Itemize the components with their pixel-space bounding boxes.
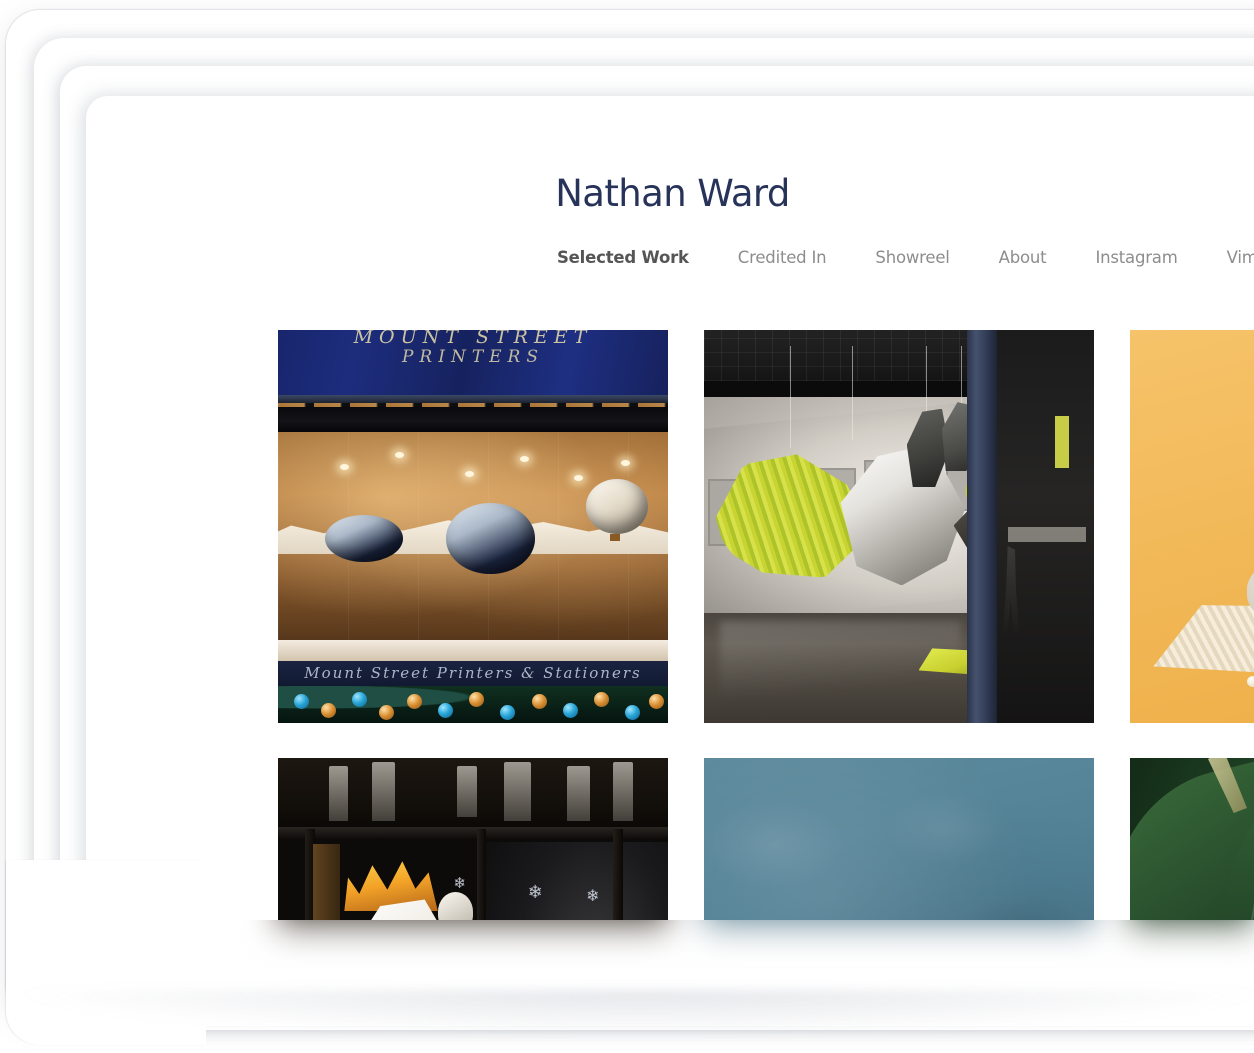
window-pane-right xyxy=(484,842,668,920)
garland-bauble xyxy=(531,693,547,709)
work-gallery-grid: MOUNT STREET PRINTERS Mount Street Print… xyxy=(173,330,1254,920)
snowflake-decal: ❄ xyxy=(586,885,600,905)
sea-texture xyxy=(704,758,1094,920)
ceiling-spotlight xyxy=(519,455,529,462)
far-room-shelf xyxy=(1008,526,1087,543)
shelf-object xyxy=(613,761,633,821)
awning: MOUNT STREET PRINTERS xyxy=(278,330,668,397)
window-mullion-vertical xyxy=(476,828,487,920)
suspension-wire xyxy=(852,345,854,441)
garland-bauble xyxy=(648,693,664,709)
gallery-tile-sweet-still-life[interactable] xyxy=(1130,330,1254,723)
garland-bauble xyxy=(593,691,609,707)
gallery-tile-gallery-installation[interactable] xyxy=(704,330,1094,723)
structural-column xyxy=(967,330,997,723)
shelf-object xyxy=(457,765,477,817)
suspension-wire xyxy=(926,345,928,417)
browser-viewport: Nathan Ward Selected Work Credited In Sh… xyxy=(173,130,1254,920)
suspension-wire xyxy=(961,345,963,409)
shelf-object xyxy=(504,761,532,821)
shopfront-fascia xyxy=(278,406,668,433)
window-mullion-vertical xyxy=(613,828,623,920)
garland-bauble xyxy=(562,703,578,719)
far-room-light-panel xyxy=(1055,416,1069,468)
gallery-tile-polar-bear-window[interactable]: ❄ ❄ ❄ ❄ ❄ ❄ ❄ ❄ ❄ ❄ ❄ ❄ ❄ xyxy=(278,758,668,920)
shop-signboard-text: Mount Street Printers & Stationers xyxy=(304,663,642,682)
nav-item-instagram[interactable]: Instagram xyxy=(1095,246,1177,269)
shelf-object xyxy=(371,761,395,821)
paper-globe-balloon xyxy=(445,502,536,574)
balloon-basket xyxy=(609,534,620,542)
ceiling-spotlight xyxy=(340,463,350,470)
ceiling-spotlight xyxy=(395,451,404,458)
device-mockup-stage: Nathan Ward Nathan Ward Selected Work Cr… xyxy=(0,0,1254,1053)
popcorn-kernel xyxy=(1247,675,1254,687)
nav-item-vimeo[interactable]: Vimeo xyxy=(1227,246,1254,269)
window-frame-woodwork xyxy=(313,844,341,920)
site-header: Nathan Ward Selected Work Credited In Sh… xyxy=(173,130,1254,330)
suspension-wire xyxy=(789,345,791,448)
mockup-bottom-shadow xyxy=(20,990,1254,1034)
window-mullion-horizontal xyxy=(278,826,668,841)
paper-airship-model xyxy=(324,514,403,562)
main-navigation[interactable]: Selected Work Credited In Showreel About… xyxy=(557,246,1254,269)
garland-bauble xyxy=(469,691,485,707)
shelf-object xyxy=(328,765,349,821)
page-title: Nathan Ward xyxy=(555,172,790,215)
garland-bauble xyxy=(406,693,422,709)
gallery-tile-sea-ships[interactable] xyxy=(704,758,1094,920)
nav-item-showreel[interactable]: Showreel xyxy=(875,246,949,269)
woven-mat xyxy=(1153,605,1254,684)
nav-item-about[interactable]: About xyxy=(999,246,1047,269)
ceiling-spotlight xyxy=(621,459,631,466)
bear-ear xyxy=(437,891,473,920)
shelf-object xyxy=(566,765,590,821)
awning-text-line-2: PRINTERS xyxy=(401,347,545,367)
nav-item-credited-in[interactable]: Credited In xyxy=(738,246,827,269)
snowflake-decal: ❄ xyxy=(453,873,467,892)
snowflake-decal: ❄ xyxy=(527,881,543,903)
garland-bauble xyxy=(352,691,368,707)
nav-item-selected-work[interactable]: Selected Work xyxy=(557,246,689,269)
garland-bauble xyxy=(293,693,309,709)
gallery-tile-mount-street-printers[interactable]: MOUNT STREET PRINTERS Mount Street Print… xyxy=(278,330,668,723)
awning-text-line-1: MOUNT STREET xyxy=(353,330,593,348)
gallery-tile-foliage[interactable] xyxy=(1130,758,1254,920)
